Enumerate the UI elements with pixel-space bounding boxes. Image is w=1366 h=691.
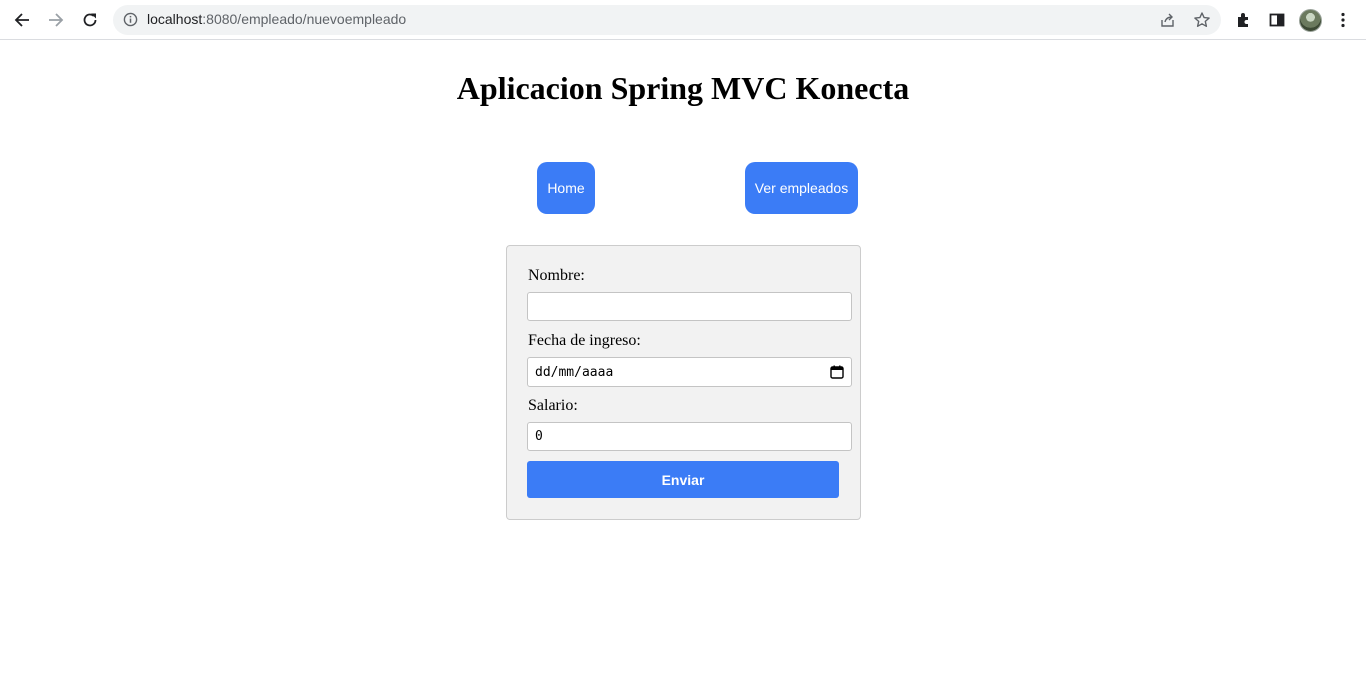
extensions-puzzle-icon[interactable] (1233, 9, 1255, 31)
page-title: Aplicacion Spring MVC Konecta (456, 70, 910, 106)
url-text: localhost:8080/empleado/nuevoempleado (147, 11, 406, 27)
url-path: :8080/empleado/nuevoempleado (202, 11, 407, 27)
url-host: localhost (147, 11, 203, 27)
home-button[interactable]: Home (537, 162, 595, 214)
side-panel-icon[interactable] (1266, 9, 1288, 31)
kebab-menu-icon[interactable] (1332, 9, 1354, 31)
reload-icon[interactable] (76, 6, 104, 34)
ver-empleados-button[interactable]: Ver empleados (745, 162, 858, 214)
share-icon[interactable] (1159, 11, 1177, 29)
nombre-label: Nombre: (528, 267, 585, 284)
fecha-placeholder: dd/mm/aaaa (535, 365, 614, 380)
site-info-icon[interactable] (123, 12, 138, 32)
back-arrow-icon[interactable] (8, 6, 36, 34)
fecha-ingreso-label: Fecha de ingreso: (528, 332, 641, 349)
fecha-ingreso-input[interactable]: dd/mm/aaaa (527, 357, 852, 387)
profile-avatar[interactable] (1299, 9, 1322, 32)
salario-value: 0 (535, 429, 543, 444)
salario-label: Salario: (528, 397, 578, 414)
nombre-input[interactable] (527, 292, 852, 321)
salario-input[interactable]: 0 (527, 422, 852, 451)
address-bar[interactable]: localhost:8080/empleado/nuevoempleado (113, 5, 1221, 35)
enviar-button[interactable]: Enviar (527, 461, 839, 498)
browser-toolbar: localhost:8080/empleado/nuevoempleado (0, 0, 1366, 40)
bookmark-star-icon[interactable] (1193, 11, 1211, 29)
forward-arrow-icon[interactable] (42, 6, 70, 34)
calendar-icon[interactable] (830, 365, 844, 384)
nuevo-empleado-form: Nombre: Fecha de ingreso: dd/mm/aaaa Sal… (506, 245, 861, 520)
